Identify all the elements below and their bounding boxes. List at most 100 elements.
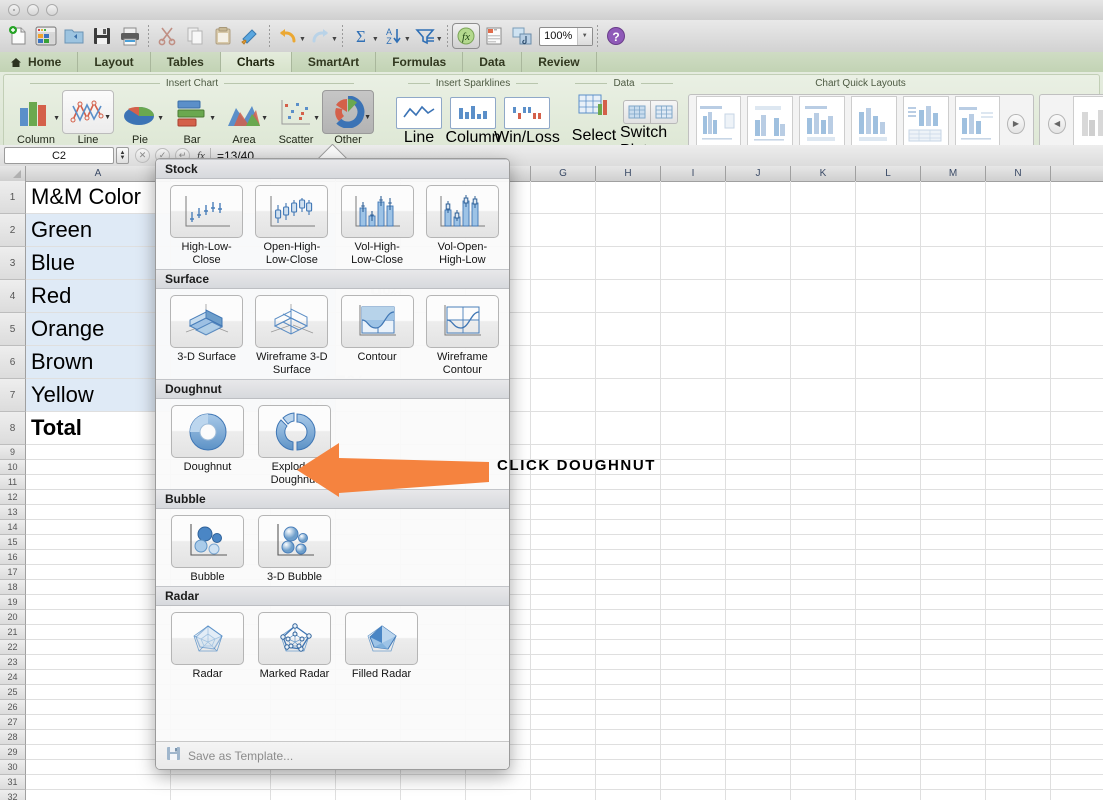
media-browser-icon[interactable]	[508, 22, 536, 50]
cell-L14[interactable]	[856, 520, 921, 534]
cell-A20[interactable]	[26, 610, 171, 624]
cell-E32[interactable]	[401, 790, 466, 800]
cell-G22[interactable]	[531, 640, 596, 654]
ribbon-select-data-button[interactable]: Select	[568, 90, 620, 145]
sort-az-icon[interactable]: AZ	[379, 22, 407, 50]
cell-G27[interactable]	[531, 715, 596, 729]
cell-A32[interactable]	[26, 790, 171, 800]
cell-N4[interactable]	[986, 280, 1051, 312]
cell-A26[interactable]	[26, 700, 171, 714]
cell-M5[interactable]	[921, 313, 986, 345]
cell-G15[interactable]	[531, 535, 596, 549]
cell-I21[interactable]	[661, 625, 726, 639]
cell-L31[interactable]	[856, 775, 921, 789]
cell-N1[interactable]	[986, 181, 1051, 213]
cell-B31[interactable]	[171, 775, 271, 789]
cell-A27[interactable]	[26, 715, 171, 729]
cell-H1[interactable]	[596, 181, 661, 213]
cell-A4[interactable]: Red	[26, 280, 171, 312]
cell-J14[interactable]	[726, 520, 791, 534]
cell-M15[interactable]	[921, 535, 986, 549]
cell-N16[interactable]	[986, 550, 1051, 564]
row-header-18[interactable]: 18	[0, 580, 26, 595]
cell-M31[interactable]	[921, 775, 986, 789]
cell-M2[interactable]	[921, 214, 986, 246]
chevron-down-icon[interactable]: ▼	[364, 114, 371, 121]
cell-N18[interactable]	[986, 580, 1051, 594]
cell-A8[interactable]: Total	[26, 412, 171, 444]
cell-A22[interactable]	[26, 640, 171, 654]
row-header-27[interactable]: 27	[0, 715, 26, 730]
cell-M25[interactable]	[921, 685, 986, 699]
cell-K12[interactable]	[791, 490, 856, 504]
cell-I27[interactable]	[661, 715, 726, 729]
chart-type-vol-open-high-low[interactable]: Vol-Open- High-Low	[420, 185, 505, 267]
cell-I1[interactable]	[661, 181, 726, 213]
select-all-corner[interactable]	[0, 166, 26, 181]
ribbon-other-chart-button[interactable]: ▼ Other	[322, 90, 374, 146]
cell-H3[interactable]	[596, 247, 661, 279]
cell-N10[interactable]	[986, 460, 1051, 474]
quick-layout-thumb[interactable]	[695, 95, 742, 152]
row-header-32[interactable]: 32	[0, 790, 26, 800]
cell-K27[interactable]	[791, 715, 856, 729]
cell-J20[interactable]	[726, 610, 791, 624]
cell-G11[interactable]	[531, 475, 596, 489]
cell-A17[interactable]	[26, 565, 171, 579]
cell-K23[interactable]	[791, 655, 856, 669]
cell-L6[interactable]	[856, 346, 921, 378]
cell-J13[interactable]	[726, 505, 791, 519]
cell-J12[interactable]	[726, 490, 791, 504]
cell-L1[interactable]	[856, 181, 921, 213]
cell-I2[interactable]	[661, 214, 726, 246]
chevron-right-icon[interactable]: ▶	[1007, 113, 1025, 134]
zoom-control[interactable]: 100% ▼	[538, 26, 593, 46]
tab-home[interactable]: Home	[0, 52, 79, 72]
cell-L5[interactable]	[856, 313, 921, 345]
cell-I5[interactable]	[661, 313, 726, 345]
cell-L24[interactable]	[856, 670, 921, 684]
cell-J26[interactable]	[726, 700, 791, 714]
cell-H11[interactable]	[596, 475, 661, 489]
ribbon-bar-chart-button[interactable]: ▼ Bar	[166, 90, 218, 146]
row-header-16[interactable]: 16	[0, 550, 26, 565]
print-icon[interactable]	[116, 22, 144, 50]
cell-J21[interactable]	[726, 625, 791, 639]
cell-I23[interactable]	[661, 655, 726, 669]
cell-M27[interactable]	[921, 715, 986, 729]
cell-H20[interactable]	[596, 610, 661, 624]
cell-G31[interactable]	[531, 775, 596, 789]
cell-C32[interactable]	[271, 790, 336, 800]
cell-N29[interactable]	[986, 745, 1051, 759]
cell-I8[interactable]	[661, 412, 726, 444]
cell-J7[interactable]	[726, 379, 791, 411]
cell-L16[interactable]	[856, 550, 921, 564]
cell-G17[interactable]	[531, 565, 596, 579]
column-header-j[interactable]: J	[726, 166, 791, 181]
cell-I22[interactable]	[661, 640, 726, 654]
cell-N23[interactable]	[986, 655, 1051, 669]
cell-K26[interactable]	[791, 700, 856, 714]
minimize-window-button[interactable]	[27, 4, 39, 16]
cell-L15[interactable]	[856, 535, 921, 549]
cell-M21[interactable]	[921, 625, 986, 639]
chevron-down-icon[interactable]: ▼	[313, 115, 320, 122]
cell-J30[interactable]	[726, 760, 791, 774]
cell-M19[interactable]	[921, 595, 986, 609]
cell-L10[interactable]	[856, 460, 921, 474]
cell-K28[interactable]	[791, 730, 856, 744]
name-box-stepper[interactable]: ▲ ▼	[116, 147, 129, 164]
cell-N26[interactable]	[986, 700, 1051, 714]
cell-G14[interactable]	[531, 520, 596, 534]
chart-type-open-high-low-close[interactable]: Open-High- Low-Close	[249, 185, 334, 267]
cell-G29[interactable]	[531, 745, 596, 759]
cell-A25[interactable]	[26, 685, 171, 699]
cell-L25[interactable]	[856, 685, 921, 699]
cell-J16[interactable]	[726, 550, 791, 564]
cell-A7[interactable]: Yellow	[26, 379, 171, 411]
cell-I14[interactable]	[661, 520, 726, 534]
cell-A28[interactable]	[26, 730, 171, 744]
cell-J8[interactable]	[726, 412, 791, 444]
cell-M7[interactable]	[921, 379, 986, 411]
cell-H30[interactable]	[596, 760, 661, 774]
